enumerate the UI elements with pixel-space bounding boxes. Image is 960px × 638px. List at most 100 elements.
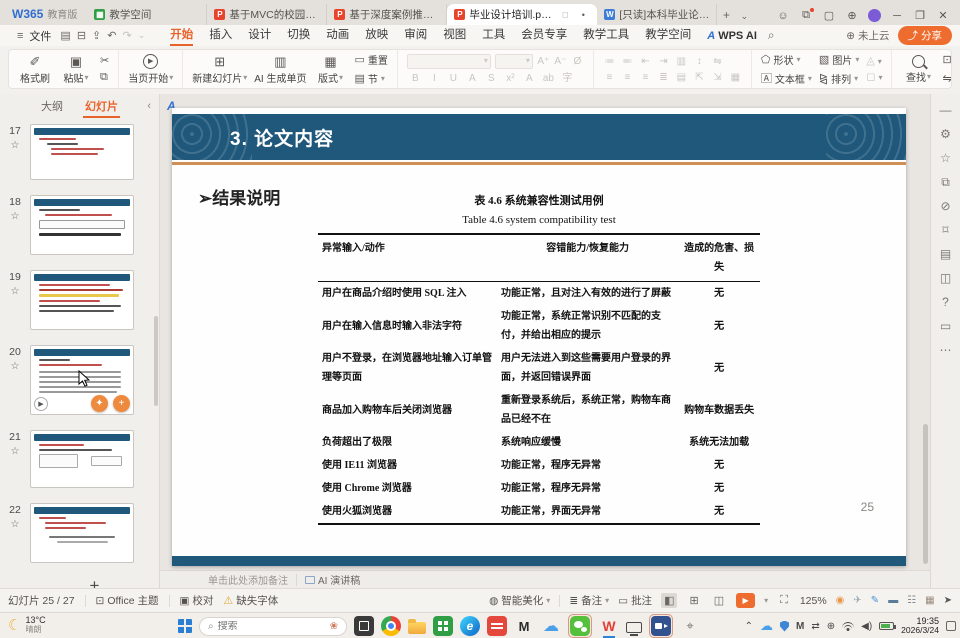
export-icon[interactable]: ⇪ [89, 29, 104, 42]
section-button[interactable]: ▤节▾ [354, 71, 387, 86]
ai-beautify-button[interactable]: ✦ [91, 395, 108, 412]
slideshow-play-button[interactable]: ▶ [736, 593, 755, 608]
wps-taskbar-icon[interactable]: W [599, 616, 619, 636]
reader-icon[interactable]: ◫ [940, 272, 951, 285]
picture-button[interactable]: ▧图片▾ [819, 52, 859, 67]
numbering-icon[interactable]: ≕ [621, 55, 634, 68]
clear-format-icon[interactable]: Ø [571, 55, 584, 68]
slide-thumbnail[interactable] [30, 195, 134, 255]
taskbar-search[interactable]: ⌕ ❀ [199, 617, 347, 636]
copy-icon[interactable]: ⧉ [100, 71, 109, 83]
columns-icon[interactable]: ▥ [675, 55, 688, 68]
highlight-icon[interactable]: ab [542, 72, 555, 85]
font-family-select[interactable] [407, 54, 491, 69]
mute-icon[interactable]: ⊘ [940, 200, 950, 213]
overlay-tool-icon[interactable]: ✎ [871, 595, 879, 606]
cut-icon[interactable]: ✂ [100, 55, 109, 67]
text-direction-icon[interactable]: ⇋ [711, 55, 724, 68]
zoom-level[interactable]: 125% [800, 595, 827, 607]
star-icon[interactable]: ☆ [11, 211, 20, 222]
overlay-tool-icon[interactable]: ✈ [853, 595, 861, 606]
help-icon[interactable]: ? [942, 296, 949, 309]
reading-view-button[interactable]: ◫ [711, 593, 727, 608]
battery-icon[interactable] [879, 622, 894, 630]
workspace-icon[interactable]: ▢ [822, 9, 836, 22]
fit-slide-icon[interactable]: ⛶ [777, 593, 791, 608]
search-icon[interactable]: ⌕ [765, 28, 778, 43]
smartart-icon[interactable]: ▦ [729, 71, 742, 84]
font-shrink-icon[interactable]: A⁻ [554, 55, 567, 68]
translate-button[interactable]: ⇋翻译 [942, 71, 952, 86]
menu-item[interactable]: 教学工具 [575, 25, 637, 46]
italic-icon[interactable]: I [428, 72, 441, 85]
font-size-select[interactable] [495, 54, 533, 69]
menu-item[interactable]: 工具 [474, 25, 513, 46]
collapse-panel-icon[interactable]: ‹ [147, 100, 151, 112]
sync-icon[interactable]: ⊕ [845, 9, 859, 22]
share-button[interactable]: ⤴分享 [898, 26, 953, 45]
bold-icon[interactable]: B [409, 72, 422, 85]
strikethrough-icon[interactable]: S [485, 72, 498, 85]
proofing-button[interactable]: ▣校对 [180, 593, 214, 608]
distribute-icon[interactable]: ▤ [675, 71, 688, 84]
overlay-tool-icon[interactable]: ▬ [888, 595, 898, 606]
slide-canvas[interactable]: 3. 论文内容 ➢结果说明 表 4.6 系统兼容性测试用例 Table 4.6 … [172, 108, 906, 566]
collapse-icon[interactable]: — [940, 104, 952, 117]
outdent-icon[interactable]: ⇤ [639, 55, 652, 68]
more-chevron-icon[interactable]: ⌄ [135, 30, 149, 41]
justify-icon[interactable]: ≣ [657, 71, 670, 84]
font-color-icon[interactable]: A [523, 72, 536, 85]
tab-unsaved-dot[interactable]: • [576, 10, 590, 20]
cloud-sync-icon[interactable]: ☁ [760, 618, 773, 634]
slide-thumbnail[interactable] [30, 430, 134, 488]
file-menu[interactable]: ≡ 文件 [8, 28, 57, 44]
comment-button[interactable]: ▭批注 [618, 593, 652, 608]
wechat-icon[interactable] [570, 616, 590, 636]
ime-icon[interactable]: M [796, 621, 804, 632]
red-app-icon[interactable] [487, 616, 507, 636]
add-slide-button[interactable]: + [90, 578, 100, 588]
play-options-chevron-icon[interactable]: ▾ [764, 596, 768, 605]
overlay-tool-icon[interactable]: ▦ [925, 595, 934, 606]
menu-item[interactable]: 审阅 [396, 25, 435, 46]
volume-icon[interactable]: ◀) [861, 621, 872, 632]
canvas-scrollbar[interactable] [923, 424, 928, 564]
more-icon[interactable]: ⋯ [940, 344, 952, 357]
tab-slides[interactable]: 幻灯片 [83, 95, 120, 117]
start-button[interactable] [178, 619, 192, 633]
tab-current-pptx[interactable]: P 毕业设计培训.pptx ◻ • [447, 4, 597, 25]
menu-item[interactable]: 教学空间 [637, 25, 699, 46]
menu-item[interactable]: 会员专享 [513, 25, 575, 46]
slide-editing-canvas[interactable]: A 3. 论文内容 ➢结果说明 表 4.6 系统兼容性测试用例 Table 4.… [160, 94, 930, 570]
align-center-icon[interactable]: ≡ [621, 71, 634, 84]
save-icon[interactable]: ▤ [57, 29, 73, 42]
swap-icon[interactable]: ⇄ [811, 621, 819, 632]
font-grow-icon[interactable]: A⁺ [537, 55, 550, 68]
edge-icon[interactable]: e [460, 616, 480, 636]
close-button[interactable]: ✕ [936, 9, 950, 22]
slide-thumbnail[interactable] [30, 270, 134, 330]
tab-pin-icon[interactable]: ◻ [558, 10, 572, 19]
app-store-icon[interactable] [433, 616, 453, 636]
quick-new-slide-button[interactable]: + [113, 395, 130, 412]
chrome-icon[interactable] [381, 616, 401, 636]
normal-view-button[interactable]: ◧ [661, 593, 677, 608]
notes-button[interactable]: ≣备注▾ [569, 593, 609, 608]
ai-speech-button[interactable]: AI 演讲稿 [305, 572, 360, 587]
search-input[interactable] [218, 621, 304, 632]
menu-item[interactable]: 视图 [435, 25, 474, 46]
slide-thumbnail[interactable] [30, 503, 134, 563]
star-icon[interactable]: ☆ [11, 361, 20, 372]
wps-logo[interactable]: W365 教育版 [6, 6, 87, 25]
outline-button[interactable]: ◻▾ [866, 71, 882, 83]
m-app-icon[interactable]: M [514, 616, 534, 636]
move-up-icon[interactable]: ⇱ [693, 71, 706, 84]
layout-button[interactable]: ▦ 版式▾ [313, 54, 347, 85]
chart-icon[interactable]: ▤ [940, 248, 951, 261]
undo-icon[interactable]: ↶ [104, 29, 119, 42]
arrange-button[interactable]: ⧎排列▾ [819, 71, 859, 86]
file-explorer-icon[interactable] [408, 622, 426, 634]
overlay-tool-icon[interactable]: ➤ [944, 595, 952, 606]
menu-item[interactable]: 设计 [240, 25, 279, 46]
select-button[interactable]: ⊡选择▾ [942, 52, 952, 67]
